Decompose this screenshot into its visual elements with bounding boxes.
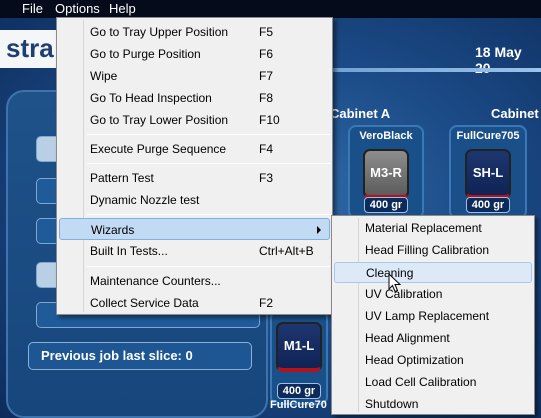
app-logo: stra	[0, 30, 62, 68]
previous-job-status: Previous job last slice: 0	[28, 342, 252, 370]
cabinet-b-title: Cabinet	[491, 106, 539, 121]
menu-item-tray-lower[interactable]: Go to Tray Lower Position F10	[59, 109, 330, 131]
cartridge-weight: 400 gr	[364, 197, 408, 213]
menu-item-purge-sequence[interactable]: Execute Purge Sequence F4	[59, 138, 330, 160]
cartridge-code: SH-L	[465, 149, 511, 199]
menu-item-wipe[interactable]: Wipe F7	[59, 65, 330, 87]
menu-item-collect-service-data[interactable]: Collect Service Data F2	[59, 292, 330, 314]
menu-separator	[87, 266, 330, 267]
cartridge-code: M1-L	[276, 322, 322, 372]
menu-separator	[87, 163, 330, 164]
menu-item-maintenance-counters[interactable]: Maintenance Counters...	[59, 270, 330, 292]
cartridge-code: M3-R	[363, 149, 409, 199]
menu-item-head-inspection[interactable]: Go To Head Inspection F8	[59, 87, 330, 109]
wizard-load-cell-calibration[interactable]: Load Cell Calibration	[334, 372, 532, 393]
material-name: VeroBlack	[359, 130, 413, 142]
menu-file[interactable]: File	[22, 1, 43, 16]
wizard-uv-lamp-replacement[interactable]: UV Lamp Replacement	[334, 306, 532, 327]
menu-options[interactable]: Options	[55, 1, 100, 16]
options-menu: Go to Tray Upper Position F5 Go to Purge…	[56, 17, 333, 315]
wizard-uv-calibration[interactable]: UV Calibration	[334, 284, 532, 305]
wizard-material-replacement[interactable]: Material Replacement	[334, 218, 532, 239]
material-name: FullCure705	[456, 130, 520, 142]
menu-item-wizards[interactable]: Wizards	[59, 218, 330, 240]
menu-bar: File Options Help	[0, 0, 541, 18]
wizards-submenu: Material Replacement Head Filling Calibr…	[331, 215, 535, 415]
submenu-arrow-icon	[317, 226, 321, 234]
menu-item-built-in-tests[interactable]: Built In Tests... Ctrl+Alt+B	[59, 240, 330, 262]
menu-item-tray-upper[interactable]: Go to Tray Upper Position F5	[59, 21, 330, 43]
material-name: FullCure70	[270, 399, 327, 411]
wizard-head-alignment[interactable]: Head Alignment	[334, 328, 532, 349]
wizard-cleaning[interactable]: Cleaning	[334, 262, 532, 283]
cartridge-weight: 400 gr	[277, 383, 321, 399]
menu-help[interactable]: Help	[109, 1, 136, 16]
menu-separator	[87, 134, 330, 135]
cartridge-slot-shl[interactable]: FullCure705 SH-L 400 gr	[449, 125, 527, 219]
menu-item-pattern-test[interactable]: Pattern Test F3	[59, 167, 330, 189]
menu-separator	[87, 214, 330, 215]
wizard-head-filling-calibration[interactable]: Head Filling Calibration	[334, 240, 532, 261]
menu-item-nozzle-test[interactable]: Dynamic Nozzle test	[59, 189, 330, 211]
wizard-shutdown[interactable]: Shutdown	[334, 394, 532, 415]
cartridge-slot-m3r[interactable]: VeroBlack M3-R 400 gr	[348, 125, 424, 219]
menu-item-purge-position[interactable]: Go to Purge Position F6	[59, 43, 330, 65]
cartridge-weight: 400 gr	[466, 197, 510, 213]
mouse-cursor-icon	[388, 273, 402, 293]
cabinet-a-title: Cabinet A	[330, 106, 391, 121]
cartridge-slot-m1l[interactable]: M1-L 400 gr	[270, 310, 328, 405]
wizard-head-optimization[interactable]: Head Optimization	[334, 350, 532, 371]
